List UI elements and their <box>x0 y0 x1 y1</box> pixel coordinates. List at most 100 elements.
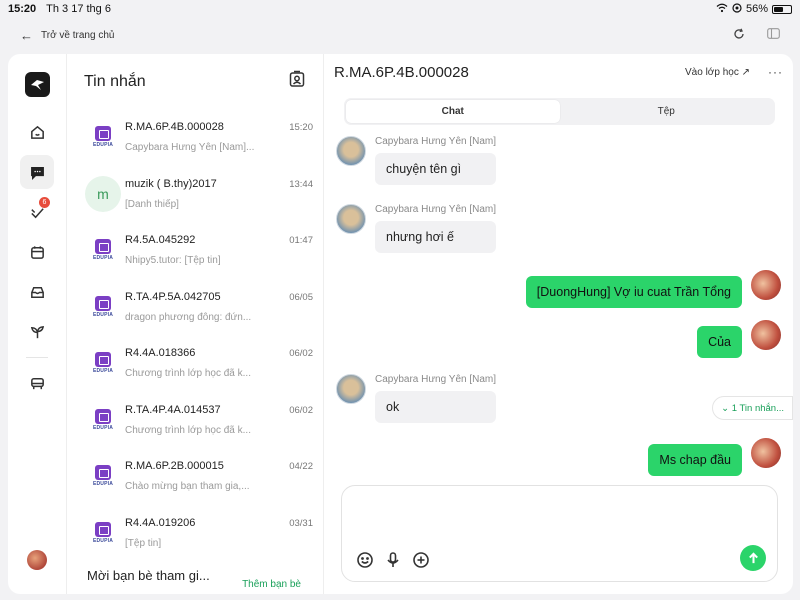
status-time: 15:20 <box>8 3 37 15</box>
my-avatar[interactable] <box>751 270 781 300</box>
my-avatar[interactable] <box>751 438 781 468</box>
contacts-icon[interactable] <box>288 70 306 93</box>
top-tools <box>733 28 780 43</box>
back-home-link[interactable]: Trở về trang chủ <box>41 30 114 41</box>
conversation-preview: Chương trình lớp học đã k... <box>125 424 251 436</box>
edupia-logo: EDUPIA <box>93 295 113 318</box>
conversation-item[interactable]: EDUPIA R.TA.4P.4A.014537 06/02 Chương tr… <box>67 392 323 449</box>
sender-avatar[interactable] <box>336 136 366 166</box>
rail-divider <box>26 357 48 358</box>
task-badge: 6 <box>39 197 50 208</box>
chat-icon <box>30 166 44 180</box>
send-button[interactable] <box>740 545 766 571</box>
sender-name: Capybara Hưng Yên [Nam] <box>375 204 497 215</box>
join-class-link[interactable]: Vào lớp học ↗ <box>685 67 750 78</box>
conversation-item[interactable]: EDUPIA R4.4A.018366 06/02 Chương trình l… <box>67 335 323 392</box>
emoji-icon[interactable] <box>356 551 374 569</box>
outgoing-message: Của <box>697 320 781 358</box>
conversation-row: R.MA.6P.4B.000028 15:20 <box>125 121 313 133</box>
edupia-logo-text: EDUPIA <box>92 537 114 544</box>
sprout-icon <box>30 325 44 338</box>
message-bubble[interactable]: ok <box>375 391 497 423</box>
store-icon <box>30 377 44 389</box>
message-composer[interactable] <box>341 485 778 582</box>
conversation-item[interactable]: EDUPIA R.MA.6P.4B.000028 15:20 Capybara … <box>67 109 323 166</box>
refresh-icon[interactable] <box>733 28 745 43</box>
sidebar-toggle-icon[interactable] <box>767 28 780 42</box>
rail-growth[interactable] <box>20 315 54 349</box>
rail-home[interactable] <box>20 115 54 149</box>
message-bubble[interactable]: nhưng hơi ế <box>375 221 497 253</box>
conversation-item[interactable]: EDUPIA R.TA.4P.5A.042705 06/05 dragon ph… <box>67 279 323 336</box>
wifi-icon <box>716 3 728 16</box>
message-bubble[interactable]: chuyện tên gì <box>375 153 497 185</box>
edupia-logo: EDUPIA <box>93 465 113 487</box>
app-logo[interactable] <box>24 72 50 97</box>
home-icon <box>30 125 44 139</box>
conversation-item[interactable]: EDUPIA R.MA.6P.2B.000015 04/22 Chào mừng… <box>67 448 323 505</box>
my-avatar[interactable] <box>751 320 781 350</box>
nav-rail: 6 <box>8 54 67 594</box>
microphone-icon[interactable] <box>384 551 402 569</box>
new-messages-pill[interactable]: ⌄ 1 Tin nhắn... <box>712 396 793 420</box>
conversation-items: EDUPIA R.MA.6P.4B.000028 15:20 Capybara … <box>67 109 323 561</box>
status-right: 56% <box>716 2 792 16</box>
rail-store[interactable] <box>20 366 54 400</box>
conversation-time: 01:47 <box>289 235 313 247</box>
add-friends-link[interactable]: Thêm bạn bè <box>242 579 301 590</box>
rail-calendar[interactable] <box>20 235 54 269</box>
conversation-time: 06/02 <box>289 404 313 416</box>
conversation-row: muzik ( B.thy)2017 13:44 <box>125 178 313 190</box>
tab-chat[interactable]: Chat <box>346 100 560 123</box>
message-bubble[interactable]: [DuongHung] Vợ iu cuat Trần Tổng <box>525 276 742 308</box>
conversation-body: muzik ( B.thy)2017 13:44 [Danh thiếp] <box>125 178 313 210</box>
conversation-time: 03/31 <box>289 517 313 529</box>
composer-tools <box>356 551 430 569</box>
more-options-icon[interactable]: ··· <box>768 65 783 79</box>
conversation-preview: [Danh thiếp] <box>125 198 179 210</box>
sender-avatar[interactable] <box>336 374 366 404</box>
chat-actions: Vào lớp học ↗ ··· <box>685 65 783 79</box>
conversation-item[interactable]: EDUPIA R4.4A.019206 03/31 [Tệp tin] <box>67 505 323 562</box>
rail-messages[interactable] <box>20 155 54 189</box>
user-avatar[interactable] <box>27 550 47 570</box>
edupia-logo-text: EDUPIA <box>92 255 114 262</box>
top-nav: ← Trở về trang chủ <box>0 22 800 48</box>
conversation-time: 15:20 <box>289 122 313 134</box>
invite-section: Mời bạn bè tham gi... Thêm bạn bè <box>87 568 301 590</box>
edupia-logo-text: EDUPIA <box>92 142 114 149</box>
conversation-preview: dragon phương đông: đứn... <box>125 311 252 323</box>
conversation-row: R.MA.6P.2B.000015 04/22 <box>125 460 313 472</box>
conversation-name: R4.4A.018366 <box>125 347 196 360</box>
conversation-name: R4.4A.019206 <box>125 516 196 529</box>
conversation-time: 04/22 <box>289 461 313 473</box>
conversation-body: R.MA.6P.4B.000028 15:20 Capybara Hưng Yê… <box>125 121 313 153</box>
edupia-logo: EDUPIA <box>92 239 114 262</box>
sender-avatar[interactable] <box>336 204 366 234</box>
conversation-avatar: EDUPIA <box>85 289 121 325</box>
incoming-message: Capybara Hưng Yên [Nam] nhưng hơi ế <box>336 204 497 253</box>
battery-level <box>774 6 783 12</box>
conversation-item[interactable]: m muzik ( B.thy)2017 13:44 [Danh thiếp] <box>67 166 323 223</box>
message-bubble[interactable]: Của <box>697 326 742 358</box>
calendar-icon <box>30 245 44 259</box>
conversation-item[interactable]: EDUPIA R4.5A.045292 01:47 Nhipy5.tutor: … <box>67 222 323 279</box>
rail-inbox[interactable] <box>20 275 54 309</box>
conversation-row: R.TA.4P.4A.014537 06/02 <box>125 404 313 416</box>
back-arrow-icon[interactable]: ← <box>20 28 33 43</box>
location-icon <box>732 2 742 16</box>
chat-tabs: Chat Tệp <box>344 98 775 125</box>
battery-percent: 56% <box>745 3 768 15</box>
add-circle-icon[interactable] <box>412 551 430 569</box>
conversation-row: R.TA.4P.5A.042705 06/05 <box>125 291 313 303</box>
rail-tasks[interactable]: 6 <box>20 195 54 229</box>
message-bubble[interactable]: Ms chap đầu <box>648 444 742 476</box>
outgoing-message: Ms chap đầu <box>648 438 781 476</box>
app-card: 6 Tin nhắn EDUPIA R.MA.6P.4B.000028 15:2… <box>8 54 793 594</box>
tab-files[interactable]: Tệp <box>560 100 774 123</box>
edupia-logo: EDUPIA <box>92 126 114 149</box>
conversation-name: R.MA.6P.4B.000028 <box>125 121 224 134</box>
outgoing-message: [DuongHung] Vợ iu cuat Trần Tổng <box>525 270 781 308</box>
conversation-avatar: EDUPIA <box>85 515 121 551</box>
conversation-avatar: m <box>85 175 121 212</box>
